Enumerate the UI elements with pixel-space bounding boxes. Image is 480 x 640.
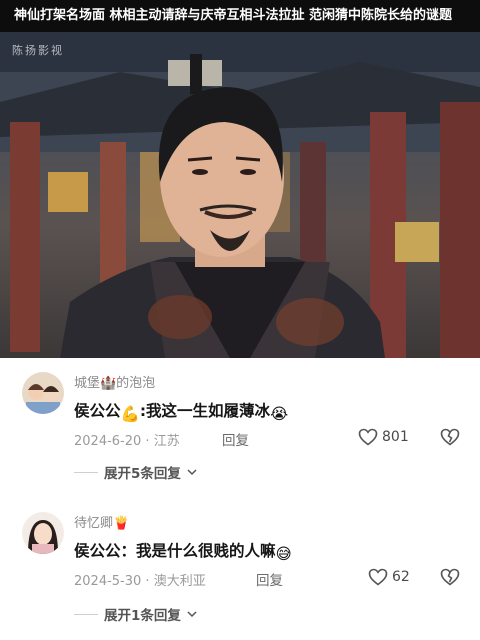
comment-date: 2024-6-20 [74, 434, 142, 449]
heart-icon [358, 428, 378, 446]
meta-separator: · [145, 434, 154, 449]
reply-button[interactable]: 回复 [256, 569, 283, 589]
comment-meta: 2024-6-20 · 江苏 [74, 430, 180, 449]
meta-separator: · [145, 574, 154, 589]
like-button[interactable]: 801 [358, 428, 409, 446]
comment-date: 2024-5-30 [74, 574, 142, 589]
comment-username[interactable]: 城堡🏰的泡泡 [74, 372, 155, 391]
comment-item: 城堡🏰的泡泡 侯公公💪:我这一生如履薄冰😭 2024-6-20 · 江苏 回复 … [0, 366, 480, 486]
comment-location: 澳大利亚 [153, 574, 206, 589]
comment-username[interactable]: 待忆卿🍟 [74, 512, 129, 531]
avatar[interactable] [22, 512, 64, 554]
like-button[interactable]: 62 [368, 568, 410, 586]
reply-button[interactable]: 回复 [222, 429, 249, 449]
heart-icon [368, 568, 388, 586]
sweat-smile-emoji-icon: 😅 [275, 545, 292, 563]
dislike-button[interactable] [440, 568, 460, 590]
chevron-down-icon [187, 611, 197, 618]
broken-heart-icon [440, 568, 460, 586]
expand-line [74, 471, 98, 473]
broken-heart-icon [440, 428, 460, 446]
video-watermark: 陈扬影视 [12, 44, 64, 57]
expand-replies-button[interactable]: 展开5条回复 [74, 462, 197, 482]
comment-text: 侯公公：我是什么很贱的人嘛😅 [74, 542, 292, 563]
video-player[interactable]: 陈扬影视 [0, 32, 480, 358]
video-title: 神仙打架名场面 林相主动请辞与庆帝互相斗法拉扯 范闲猜中陈院长给的谜题 [0, 0, 480, 32]
chevron-down-icon [187, 469, 197, 476]
like-count: 801 [382, 429, 409, 445]
comment-location: 江苏 [153, 434, 180, 449]
crying-emoji-icon: 😭 [270, 405, 289, 423]
comment-text: 侯公公💪:我这一生如履薄冰😭 [74, 402, 289, 423]
avatar[interactable] [22, 372, 64, 414]
dislike-button[interactable] [440, 428, 460, 450]
comment-meta: 2024-5-30 · 澳大利亚 [74, 570, 206, 589]
comment-item: 待忆卿🍟 侯公公：我是什么很贱的人嘛😅 2024-5-30 · 澳大利亚 回复 … [0, 506, 480, 626]
expand-line [74, 613, 98, 615]
video-frame-illustration [0, 32, 480, 358]
like-count: 62 [392, 569, 410, 585]
fries-emoji-icon: 🍟 [113, 516, 130, 531]
expand-replies-button[interactable]: 展开1条回复 [74, 604, 197, 624]
flex-emoji-icon: 💪 [120, 405, 140, 423]
